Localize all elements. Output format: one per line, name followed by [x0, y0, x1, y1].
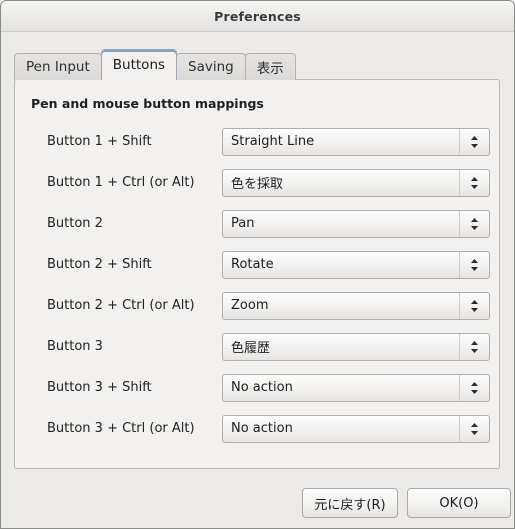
tab-1[interactable]: Buttons	[100, 49, 178, 80]
action-select[interactable]: 色を採取	[222, 168, 490, 197]
action-select-value: Pan	[231, 216, 255, 231]
tab-label: 表示	[256, 61, 284, 77]
action-select[interactable]: Pan	[222, 209, 490, 238]
revert-button[interactable]: 元に戻す(R)	[302, 488, 398, 518]
mapping-row-label: Button 3 + Ctrl (or Alt)	[47, 421, 195, 436]
mapping-row-label: Button 2	[47, 216, 103, 231]
ok-button-label: OK(O)	[439, 495, 479, 511]
action-select-value: 色を採取	[231, 177, 284, 192]
action-select[interactable]: Straight Line	[222, 127, 490, 156]
tab-strip: Pen Input Buttons Saving 表示	[14, 49, 296, 80]
action-select-value: No action	[231, 421, 293, 436]
action-select-value: No action	[231, 380, 293, 395]
title-bar: Preferences	[1, 1, 514, 32]
revert-button-label: 元に戻す(R)	[314, 497, 386, 513]
chevron-up-down-icon[interactable]	[459, 210, 489, 237]
tab-3[interactable]: 表示	[244, 53, 296, 80]
action-select[interactable]: No action	[222, 414, 490, 443]
action-select-value: Straight Line	[231, 134, 315, 149]
chevron-up-down-icon[interactable]	[459, 374, 489, 401]
tab-2[interactable]: Saving	[176, 53, 246, 80]
tab-label: Pen Input	[26, 59, 90, 75]
window-title: Preferences	[214, 8, 301, 24]
mapping-row-label: Button 3 + Shift	[47, 380, 152, 395]
chevron-up-down-icon[interactable]	[459, 333, 489, 360]
mapping-row: Button 3 + Ctrl (or Alt) No action	[15, 408, 499, 449]
mapping-row: Button 3 + Shift No action	[15, 367, 499, 408]
action-select-value: 色履歴	[231, 341, 271, 356]
mapping-row-label: Button 1 + Ctrl (or Alt)	[47, 175, 195, 190]
mapping-row: Button 3 色履歴	[15, 326, 499, 367]
tab-label: Buttons	[112, 57, 166, 73]
mapping-row-label: Button 3	[47, 339, 103, 354]
mapping-row: Button 2 Pan	[15, 203, 499, 244]
action-select[interactable]: No action	[222, 373, 490, 402]
action-select[interactable]: Zoom	[222, 291, 490, 320]
dialog-footer: 元に戻す(R) OK(O)	[1, 482, 514, 528]
chevron-up-down-icon[interactable]	[459, 292, 489, 319]
action-select-value: Zoom	[231, 298, 269, 313]
mapping-row: Button 2 + Ctrl (or Alt) Zoom	[15, 285, 499, 326]
action-select[interactable]: Rotate	[222, 250, 490, 279]
mapping-row: Button 2 + Shift Rotate	[15, 244, 499, 285]
mapping-row-label: Button 2 + Ctrl (or Alt)	[47, 298, 195, 313]
chevron-up-down-icon[interactable]	[459, 251, 489, 278]
chevron-up-down-icon[interactable]	[459, 169, 489, 196]
action-select[interactable]: 色履歴	[222, 332, 490, 361]
button-mapping-list: Button 1 + Shift Straight Line Button 1 + …	[15, 121, 499, 449]
preferences-window: Preferences Pen Input Buttons Saving 表示 Pen…	[0, 0, 515, 529]
chevron-up-down-icon[interactable]	[459, 415, 489, 442]
chevron-up-down-icon[interactable]	[459, 128, 489, 155]
tab-label: Saving	[188, 59, 234, 75]
mapping-row: Button 1 + Ctrl (or Alt) 色を採取	[15, 162, 499, 203]
panel-heading: Pen and mouse button mappings	[31, 96, 264, 111]
tab-0[interactable]: Pen Input	[14, 53, 102, 80]
ok-button[interactable]: OK(O)	[407, 488, 511, 518]
action-select-value: Rotate	[231, 257, 274, 272]
tab-panel-buttons: Pen and mouse button mappings Button 1 +…	[14, 79, 500, 469]
mapping-row-label: Button 1 + Shift	[47, 134, 152, 149]
mapping-row: Button 1 + Shift Straight Line	[15, 121, 499, 162]
mapping-row-label: Button 2 + Shift	[47, 257, 152, 272]
